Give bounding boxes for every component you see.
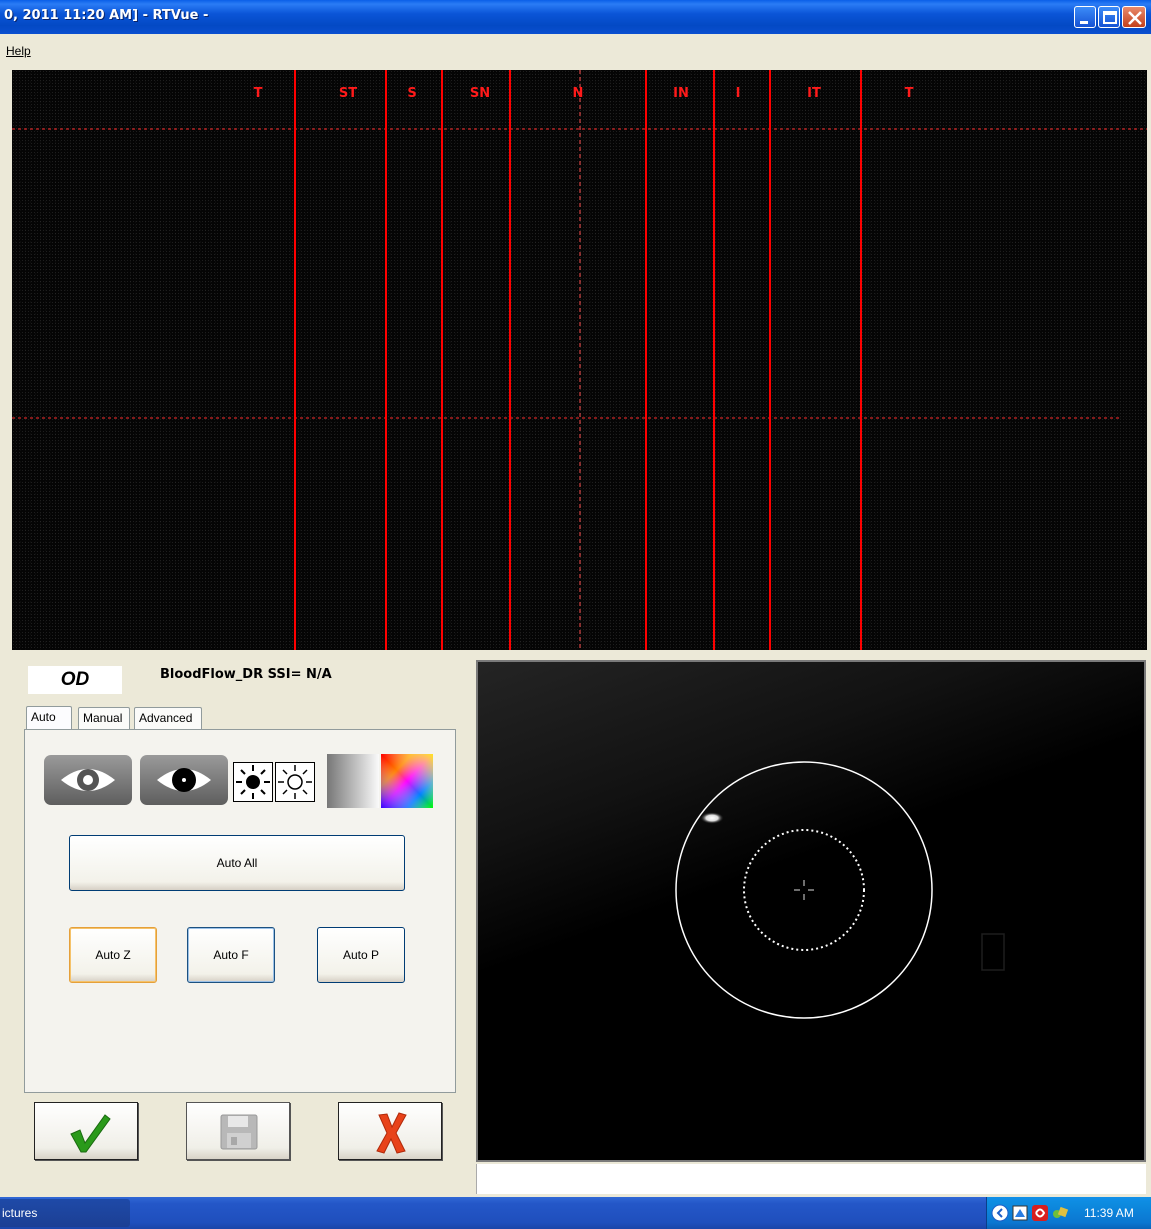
grayscale-icon	[327, 754, 379, 808]
security-icon[interactable]	[1031, 1204, 1049, 1222]
maximize-button[interactable]	[1098, 6, 1120, 28]
auto-tab-page: Auto All Auto Z Auto F Auto P	[24, 729, 456, 1093]
tab-advanced[interactable]: Advanced	[134, 707, 202, 729]
sector-label-t: T	[253, 86, 263, 101]
x-cancel-icon	[376, 1112, 407, 1154]
auto-z-button[interactable]: Auto Z	[69, 927, 157, 983]
sector-label-st: ST	[338, 86, 358, 101]
sector-label-s: S	[407, 86, 417, 101]
sector-label-it: IT	[807, 86, 821, 101]
taskbar: ictures 11:39 AM	[0, 1197, 1151, 1229]
minimize-button[interactable]	[1074, 6, 1096, 28]
fundus-status-strip	[476, 1164, 1146, 1194]
brightness-low-icon	[275, 762, 315, 802]
auto-f-label: Auto F	[213, 948, 249, 962]
network-icon[interactable]	[1011, 1204, 1029, 1222]
sector-label-sn: SN	[469, 86, 491, 101]
eye-pupil-button[interactable]	[139, 754, 229, 811]
checkmark-icon	[70, 1114, 111, 1153]
sector-label-i: I	[735, 86, 741, 101]
fundus-frame	[474, 658, 1149, 1194]
cancel-button[interactable]	[338, 1102, 442, 1160]
scan-overlay	[12, 70, 1147, 650]
tab-manual[interactable]: Manual	[78, 707, 130, 729]
system-tray: 11:39 AM	[986, 1197, 1151, 1229]
sector-label-n: N	[572, 86, 584, 101]
floppy-disk-icon	[220, 1114, 258, 1150]
oct-scan-panel: T ST S SN N IN I IT T	[12, 70, 1147, 650]
eye-pupil-icon	[140, 755, 228, 805]
tab-auto[interactable]: Auto	[26, 706, 72, 730]
brightness-high-button[interactable]	[233, 762, 273, 807]
color-palette-button[interactable]	[381, 754, 433, 813]
crosshair-icon	[794, 880, 814, 900]
maximize-icon	[1103, 11, 1117, 24]
grayscale-button[interactable]	[327, 754, 379, 813]
brightness-high-icon	[233, 762, 273, 802]
eye-label: OD	[60, 669, 90, 690]
reflection-spot	[700, 812, 724, 824]
control-panel: OD BloodFlow_DR SSI= N/A Auto Manual Adv…	[12, 654, 474, 1194]
window-title: 0, 2011 11:20 AM] - RTVue -	[4, 8, 209, 23]
close-button[interactable]	[1122, 6, 1146, 28]
save-button[interactable]	[186, 1102, 290, 1160]
clock[interactable]: 11:39 AM	[1084, 1206, 1134, 1220]
inner-dotted-circle	[743, 829, 865, 951]
close-icon	[1128, 11, 1142, 25]
brightness-low-button[interactable]	[275, 762, 315, 807]
auto-p-label: Auto P	[342, 948, 380, 962]
eye-indicator: OD	[28, 666, 122, 694]
minimize-icon	[1080, 21, 1088, 24]
eye-open-button[interactable]	[43, 754, 133, 811]
auto-all-button[interactable]: Auto All	[69, 835, 405, 891]
color-palette-icon	[381, 754, 433, 808]
device-icon[interactable]	[1051, 1204, 1069, 1222]
auto-p-button[interactable]: Auto P	[317, 927, 405, 983]
taskbar-item[interactable]: ictures	[0, 1199, 130, 1227]
outer-scan-circle	[675, 761, 933, 1019]
scan-info: BloodFlow_DR SSI= N/A	[160, 667, 332, 682]
auto-all-label: Auto All	[216, 856, 258, 870]
sector-label-in: IN	[673, 86, 689, 101]
auto-f-button[interactable]: Auto F	[187, 927, 275, 983]
menu-help[interactable]: Help	[6, 44, 31, 58]
ok-button[interactable]	[34, 1102, 138, 1160]
fundus-image-panel[interactable]	[476, 660, 1146, 1162]
sector-label-t2: T	[904, 86, 914, 101]
auto-z-label: Auto Z	[95, 948, 131, 962]
fundus-overlay	[675, 761, 1005, 1019]
menu-bar: Help	[0, 34, 1151, 66]
title-bar: 0, 2011 11:20 AM] - RTVue -	[0, 0, 1151, 34]
tray-expand-icon[interactable]	[991, 1204, 1009, 1222]
eye-open-icon	[44, 755, 132, 805]
